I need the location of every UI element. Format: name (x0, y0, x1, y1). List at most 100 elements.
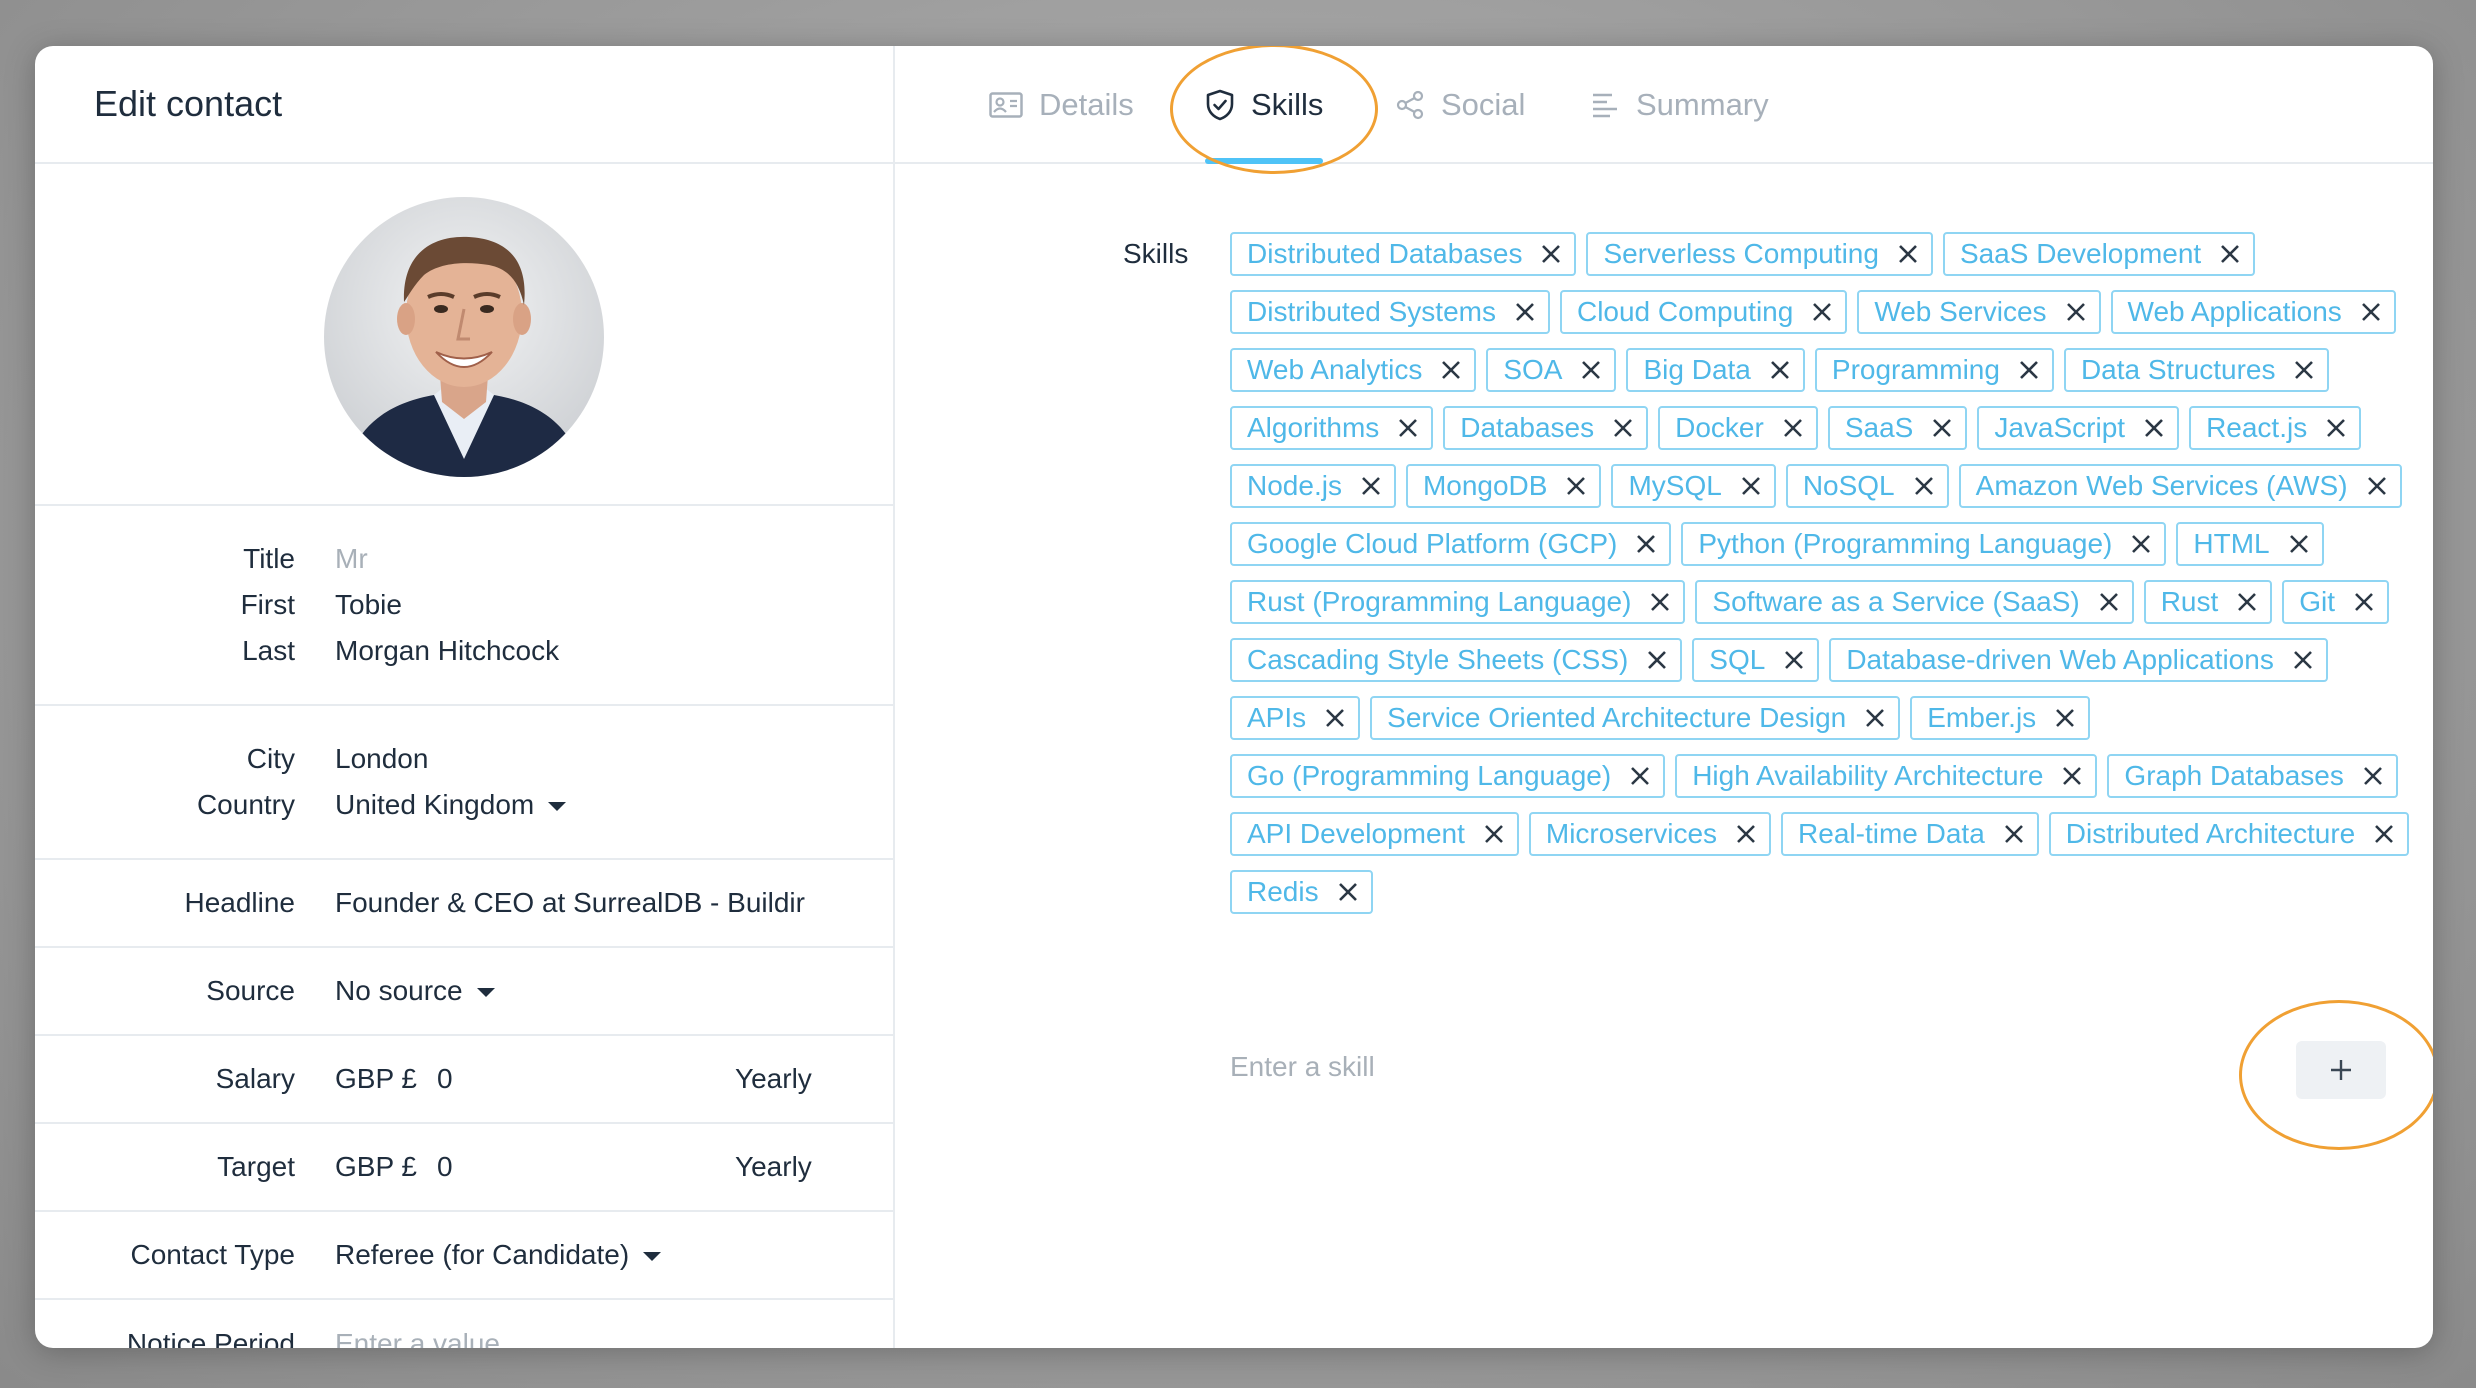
skill-tag[interactable]: Docker (1658, 406, 1818, 450)
remove-skill-close-icon[interactable] (2143, 417, 2165, 439)
skill-tag[interactable]: Cloud Computing (1559, 290, 1848, 334)
remove-skill-close-icon[interactable] (2018, 359, 2040, 381)
skill-tag[interactable]: Redis (1230, 870, 1373, 914)
skill-tag[interactable]: Git (2282, 580, 2390, 624)
skill-tag[interactable]: Serverless Computing (1586, 232, 1933, 276)
salary-currency[interactable]: GBP £ (335, 1063, 417, 1095)
tab-details[interactable]: Details (989, 46, 1134, 164)
remove-skill-close-icon[interactable] (2054, 707, 2076, 729)
skill-tag[interactable]: Python (Programming Language) (1681, 522, 2167, 566)
remove-skill-close-icon[interactable] (1769, 359, 1791, 381)
remove-skill-close-icon[interactable] (1612, 417, 1634, 439)
remove-skill-close-icon[interactable] (1646, 649, 1668, 671)
skill-tag[interactable]: API Development (1230, 812, 1519, 856)
remove-skill-close-icon[interactable] (2292, 649, 2314, 671)
contact-type-select[interactable]: Referee (for Candidate) (335, 1239, 662, 1271)
skill-tag[interactable]: Service Oriented Architecture Design (1370, 696, 1901, 740)
remove-skill-close-icon[interactable] (2293, 359, 2315, 381)
skill-tag[interactable]: Data Structures (2063, 348, 2330, 392)
first-name-field[interactable]: Tobie (335, 589, 402, 621)
remove-skill-close-icon[interactable] (1337, 881, 1359, 903)
skill-tag[interactable]: Big Data (1626, 348, 1805, 392)
skill-tag[interactable]: Rust (2143, 580, 2273, 624)
remove-skill-close-icon[interactable] (1629, 765, 1651, 787)
skill-tag[interactable]: SaaS (1827, 406, 1968, 450)
remove-skill-close-icon[interactable] (1580, 359, 1602, 381)
source-select[interactable]: No source (335, 975, 495, 1007)
remove-skill-close-icon[interactable] (2236, 591, 2258, 613)
skill-tag[interactable]: Distributed Architecture (2048, 812, 2410, 856)
skill-tag[interactable]: NoSQL (1785, 464, 1949, 508)
skill-tag[interactable]: Programming (1814, 348, 2054, 392)
skill-tag[interactable]: Cascading Style Sheets (CSS) (1230, 638, 1683, 682)
remove-skill-close-icon[interactable] (2353, 591, 2375, 613)
skill-tag[interactable]: Database-driven Web Applications (1829, 638, 2328, 682)
remove-skill-close-icon[interactable] (2130, 533, 2152, 555)
skill-tag[interactable]: Databases (1443, 406, 1649, 450)
remove-skill-close-icon[interactable] (1360, 475, 1382, 497)
remove-skill-close-icon[interactable] (1540, 243, 1562, 265)
remove-skill-close-icon[interactable] (1440, 359, 1462, 381)
skill-tag[interactable]: Node.js (1230, 464, 1396, 508)
city-field[interactable]: London (335, 743, 428, 775)
skill-tag[interactable]: Distributed Databases (1230, 232, 1577, 276)
last-name-field[interactable]: Morgan Hitchcock (335, 635, 559, 667)
remove-skill-close-icon[interactable] (1635, 533, 1657, 555)
skill-tag[interactable]: High Availability Architecture (1675, 754, 2098, 798)
tab-skills[interactable]: Skills (1205, 46, 1323, 164)
skill-tag[interactable]: MongoDB (1405, 464, 1602, 508)
target-period[interactable]: Yearly (735, 1151, 812, 1183)
remove-skill-close-icon[interactable] (1324, 707, 1346, 729)
target-amount-field[interactable]: 0 (437, 1151, 453, 1183)
skill-tag[interactable]: Algorithms (1230, 406, 1434, 450)
remove-skill-close-icon[interactable] (1514, 301, 1536, 323)
remove-skill-close-icon[interactable] (1864, 707, 1886, 729)
target-currency[interactable]: GBP £ (335, 1151, 417, 1183)
headline-field[interactable]: Founder & CEO at SurrealDB - Buildir (335, 887, 815, 919)
remove-skill-close-icon[interactable] (2098, 591, 2120, 613)
remove-skill-close-icon[interactable] (1483, 823, 1505, 845)
remove-skill-close-icon[interactable] (2362, 765, 2384, 787)
remove-skill-close-icon[interactable] (2325, 417, 2347, 439)
avatar[interactable] (324, 197, 604, 477)
skill-tag[interactable]: Google Cloud Platform (GCP) (1230, 522, 1672, 566)
remove-skill-close-icon[interactable] (2360, 301, 2382, 323)
remove-skill-close-icon[interactable] (1931, 417, 1953, 439)
title-field[interactable]: Mr (335, 543, 368, 575)
skill-tag[interactable]: APIs (1230, 696, 1361, 740)
skill-input[interactable] (1230, 1042, 2130, 1092)
skill-tag[interactable]: SaaS Development (1942, 232, 2256, 276)
skill-tag[interactable]: Amazon Web Services (AWS) (1958, 464, 2402, 508)
skill-tag[interactable]: Distributed Systems (1230, 290, 1550, 334)
remove-skill-close-icon[interactable] (1565, 475, 1587, 497)
skill-tag[interactable]: Go (Programming Language) (1230, 754, 1666, 798)
country-select[interactable]: United Kingdom (335, 789, 567, 821)
skill-tag[interactable]: MySQL (1611, 464, 1776, 508)
add-skill-button[interactable] (2296, 1041, 2386, 1099)
skill-tag[interactable]: JavaScript (1977, 406, 2180, 450)
remove-skill-close-icon[interactable] (1782, 417, 1804, 439)
salary-period[interactable]: Yearly (735, 1063, 812, 1095)
remove-skill-close-icon[interactable] (1897, 243, 1919, 265)
skill-tag[interactable]: Graph Databases (2107, 754, 2398, 798)
remove-skill-close-icon[interactable] (1649, 591, 1671, 613)
tab-social[interactable]: Social (1395, 46, 1525, 164)
remove-skill-close-icon[interactable] (1783, 649, 1805, 671)
skill-tag[interactable]: React.js (2189, 406, 2362, 450)
remove-skill-close-icon[interactable] (2366, 475, 2388, 497)
skill-tag[interactable]: SOA (1486, 348, 1617, 392)
remove-skill-close-icon[interactable] (1913, 475, 1935, 497)
notice-period-field[interactable]: Enter a value (335, 1328, 500, 1348)
skill-tag[interactable]: Web Analytics (1230, 348, 1477, 392)
remove-skill-close-icon[interactable] (1811, 301, 1833, 323)
salary-amount-field[interactable]: 0 (437, 1063, 453, 1095)
tab-summary[interactable]: Summary (1590, 46, 1769, 164)
remove-skill-close-icon[interactable] (1740, 475, 1762, 497)
remove-skill-close-icon[interactable] (1397, 417, 1419, 439)
remove-skill-close-icon[interactable] (1735, 823, 1757, 845)
remove-skill-close-icon[interactable] (2003, 823, 2025, 845)
remove-skill-close-icon[interactable] (2065, 301, 2087, 323)
skill-tag[interactable]: HTML (2176, 522, 2324, 566)
skill-tag[interactable]: Software as a Service (SaaS) (1695, 580, 2134, 624)
skill-tag[interactable]: Ember.js (1910, 696, 2091, 740)
